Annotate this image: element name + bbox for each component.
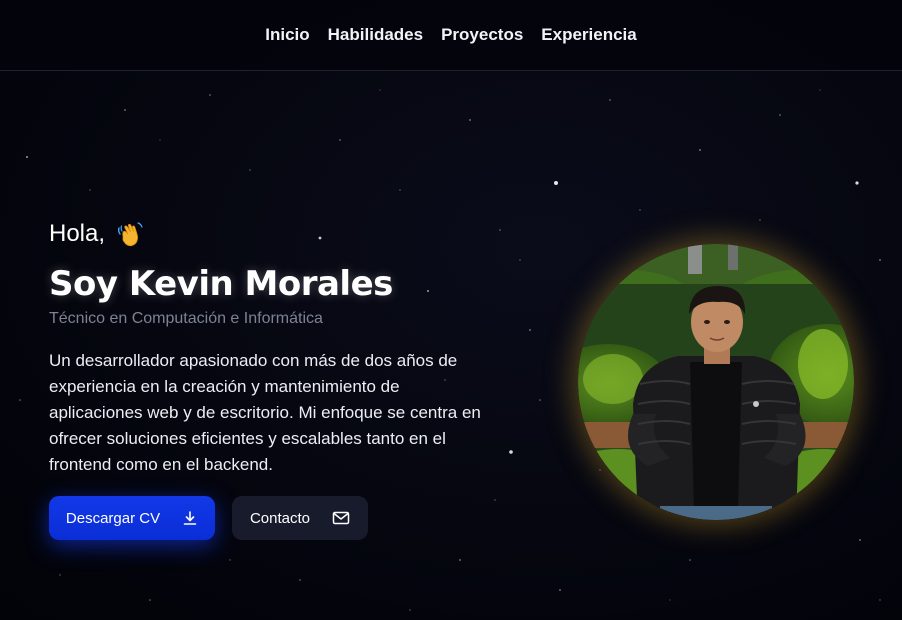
hero-description: Un desarrollador apasionado con más de d…: [49, 351, 481, 474]
nav-link-habilidades[interactable]: Habilidades: [328, 21, 423, 49]
download-cv-label: Descargar CV: [65, 509, 161, 527]
hero-name: Soy Kevin Morales: [49, 264, 393, 304]
top-navigation: Inicio Habilidades Proyectos Experiencia: [0, 0, 902, 71]
greeting-text: Hola,: [49, 220, 106, 247]
profile-photo-frame: [578, 244, 854, 520]
download-cv-button[interactable]: Descargar CV: [49, 496, 215, 540]
nav-link-proyectos[interactable]: Proyectos: [441, 21, 523, 49]
hero-subtitle: Técnico en Computación e Informática: [49, 310, 323, 327]
contact-label: Contacto: [249, 509, 311, 527]
portfolio-page: Inicio Habilidades Proyectos Experiencia…: [0, 0, 902, 620]
hero-actions: Descargar CV Contacto: [49, 496, 489, 540]
nav-link-inicio[interactable]: Inicio: [265, 21, 309, 49]
greeting: Hola,: [49, 214, 489, 254]
mail-icon: [332, 511, 350, 525]
contact-button[interactable]: Contacto: [232, 496, 368, 540]
waving-hand-icon: [118, 222, 143, 247]
hero-section: Hola, Soy Kevin Morales Técnico en Compu…: [49, 214, 489, 540]
download-icon: [183, 511, 197, 525]
nav-link-experiencia[interactable]: Experiencia: [541, 21, 636, 49]
profile-photo: [578, 244, 854, 520]
